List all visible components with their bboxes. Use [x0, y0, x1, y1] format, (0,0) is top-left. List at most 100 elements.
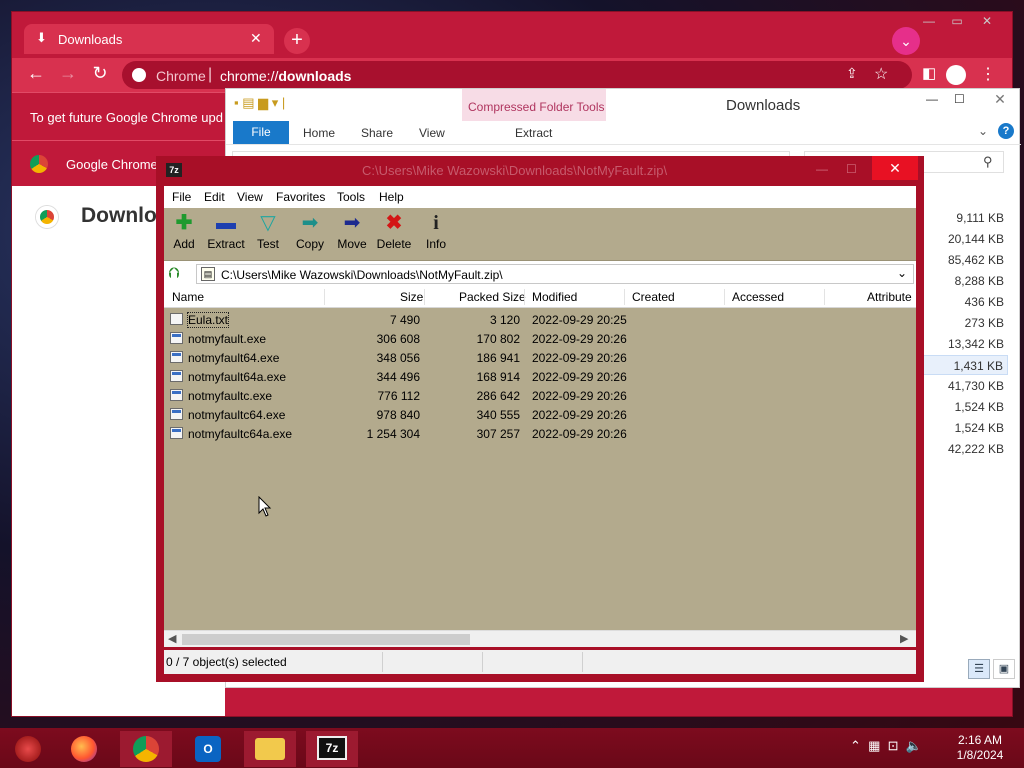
chrome-menu-icon[interactable]: ⋮ — [980, 64, 996, 84]
forward-icon[interactable]: → — [56, 63, 80, 84]
minimize-icon[interactable]: — — [915, 12, 943, 30]
column-size[interactable]: Size — [400, 290, 423, 304]
explorer-file-size[interactable]: 1,431 KB — [916, 355, 1008, 375]
tab-search-icon[interactable]: ⌄ — [892, 27, 920, 55]
menu-view[interactable]: View — [237, 190, 263, 204]
chevron-down-icon[interactable]: ⌄ — [978, 124, 988, 138]
explorer-file-size[interactable]: 9,111 KB — [916, 208, 1008, 228]
explorer-file-size[interactable]: 13,342 KB — [916, 334, 1008, 354]
column-created[interactable]: Created — [632, 290, 675, 304]
file-row[interactable]: notmyfaultc.exe 776 112 286 642 2022-09-29 … — [164, 386, 916, 405]
column-divider[interactable] — [424, 289, 425, 305]
ribbon-tab-file[interactable]: File — [233, 121, 289, 144]
close-icon[interactable]: ✕ — [982, 91, 1018, 111]
7zip-file-list: Name Size Packed Size Modified Created A… — [164, 286, 916, 630]
back-icon[interactable]: ← — [24, 63, 48, 84]
explorer-file-size[interactable]: 436 KB — [916, 292, 1008, 312]
menu-tools[interactable]: Tools — [337, 190, 365, 204]
close-button[interactable]: ✕ — [872, 156, 918, 180]
system-tray-icons[interactable]: ⌃ ▦ ⊡ 🔈 — [850, 738, 922, 754]
large-icons-view-icon[interactable]: ▣ — [993, 659, 1015, 679]
explorer-file-size[interactable]: 1,524 KB — [916, 397, 1008, 417]
column-accessed[interactable]: Accessed — [732, 290, 784, 304]
add-label: Add — [173, 237, 195, 251]
ribbon-tab-share[interactable]: Share — [361, 126, 393, 140]
column-divider[interactable] — [524, 289, 525, 305]
file-row[interactable]: notmyfault64.exe 348 056 186 941 2022-09-29… — [164, 348, 916, 367]
file-packed-size: 186 941 — [476, 351, 520, 365]
explorer-file-size[interactable]: 20,144 KB — [916, 229, 1008, 249]
copy-button[interactable]: ➡ Copy — [289, 212, 331, 251]
minimize-icon[interactable]: — — [926, 92, 938, 106]
selection-status: 0 / 7 object(s) selected — [166, 655, 287, 669]
maximize-icon[interactable]: ☐ — [846, 162, 857, 176]
column-divider[interactable] — [824, 289, 825, 305]
tab-close-button[interactable]: ✕ — [250, 30, 262, 47]
file-row[interactable]: notmyfaultc64.exe 978 840 340 555 2022-09-2… — [164, 405, 916, 424]
file-row[interactable]: notmyfault.exe 306 608 170 802 2022-09-29 2… — [164, 329, 916, 348]
file-packed-size: 286 642 — [476, 389, 520, 403]
quick-access-toolbar-icons[interactable]: ▪ ▤ ▆ ▾ | — [234, 95, 285, 111]
extract-button[interactable]: ▬ Extract — [205, 212, 247, 251]
bookmark-star-icon[interactable]: ☆ — [874, 64, 888, 84]
maximize-icon[interactable]: ▭ — [943, 12, 971, 30]
menu-help[interactable]: Help — [379, 190, 404, 204]
column-packed-size[interactable]: Packed Size — [459, 290, 526, 304]
ribbon-tab-view[interactable]: View — [419, 126, 445, 140]
test-button[interactable]: ▽ Test — [247, 212, 289, 251]
column-divider[interactable] — [324, 289, 325, 305]
menu-edit[interactable]: Edit — [204, 190, 225, 204]
horizontal-scrollbar[interactable]: ◀ ▶ — [164, 630, 916, 647]
compressed-folder-tools-tab[interactable]: Compressed Folder Tools — [468, 100, 605, 114]
column-modified[interactable]: Modified — [532, 290, 577, 304]
explorer-file-size[interactable]: 85,462 KB — [916, 250, 1008, 270]
taskbar-firefox[interactable] — [58, 731, 110, 767]
side-panel-icon[interactable]: ◧ — [922, 64, 936, 82]
reload-icon[interactable]: ↻ — [88, 63, 112, 84]
folder-up-icon[interactable]: ⮉ — [168, 265, 186, 283]
file-packed-size: 307 257 — [476, 427, 520, 441]
taskbar-7zip[interactable]: 7z — [306, 731, 358, 767]
explorer-file-size[interactable]: 1,524 KB — [916, 418, 1008, 438]
add-button[interactable]: ✚ Add — [163, 212, 205, 251]
path-combobox[interactable]: ▤ C:\Users\Mike Wazowski\Downloads\NotMy… — [196, 264, 914, 284]
delete-button[interactable]: ✖ Delete — [373, 212, 415, 251]
close-icon[interactable]: ✕ — [973, 12, 1001, 30]
omnibox[interactable]: Chrome | chrome://downloads ⇪ ☆ — [122, 61, 912, 89]
explorer-file-size[interactable]: 42,222 KB — [916, 439, 1008, 459]
start-button[interactable] — [0, 731, 56, 767]
scrollbar-thumb[interactable] — [182, 634, 470, 645]
explorer-file-size[interactable]: 41,730 KB — [916, 376, 1008, 396]
7zip-menubar: File Edit View Favorites Tools Help — [164, 186, 916, 208]
taskbar-file-explorer[interactable] — [244, 731, 296, 767]
taskbar-clock[interactable]: 2:16 AM 1/8/2024 — [948, 733, 1012, 763]
column-divider[interactable] — [624, 289, 625, 305]
scroll-right-icon[interactable]: ▶ — [900, 632, 908, 645]
maximize-icon[interactable]: ☐ — [954, 92, 965, 106]
help-icon[interactable]: ? — [998, 123, 1014, 139]
move-button[interactable]: ➡ Move — [331, 212, 373, 251]
column-name[interactable]: Name — [172, 290, 204, 304]
file-row[interactable]: Eula.txt 7 490 3 120 2022-09-29 20:25 — [164, 310, 916, 329]
info-button[interactable]: i Info — [415, 212, 457, 251]
ribbon-tab-extract[interactable]: Extract — [515, 126, 552, 140]
file-row[interactable]: notmyfaultc64a.exe 1 254 304 307 257 2022-0… — [164, 424, 916, 443]
taskbar-chrome[interactable] — [120, 731, 172, 767]
explorer-file-size[interactable]: 273 KB — [916, 313, 1008, 333]
explorer-file-size[interactable]: 8,288 KB — [916, 271, 1008, 291]
file-row[interactable]: notmyfault64a.exe 344 496 168 914 2022-09-2… — [164, 367, 916, 386]
ribbon-tab-home[interactable]: Home — [303, 126, 335, 140]
profile-avatar[interactable] — [946, 65, 966, 85]
menu-favorites[interactable]: Favorites — [276, 190, 325, 204]
column-attributes[interactable]: Attribute — [867, 290, 912, 304]
column-divider[interactable] — [724, 289, 725, 305]
scroll-left-icon[interactable]: ◀ — [168, 632, 176, 645]
menu-file[interactable]: File — [172, 190, 191, 204]
share-icon[interactable]: ⇪ — [846, 65, 858, 82]
taskbar-outlook[interactable]: O — [182, 731, 234, 767]
new-tab-button[interactable]: + — [284, 28, 310, 54]
minimize-icon[interactable]: — — [816, 162, 828, 176]
details-view-icon[interactable]: ☰ — [968, 659, 990, 679]
chrome-tab-downloads[interactable]: ⬇ Downloads ✕ — [24, 24, 274, 54]
chevron-down-icon[interactable]: ⌄ — [897, 266, 907, 280]
